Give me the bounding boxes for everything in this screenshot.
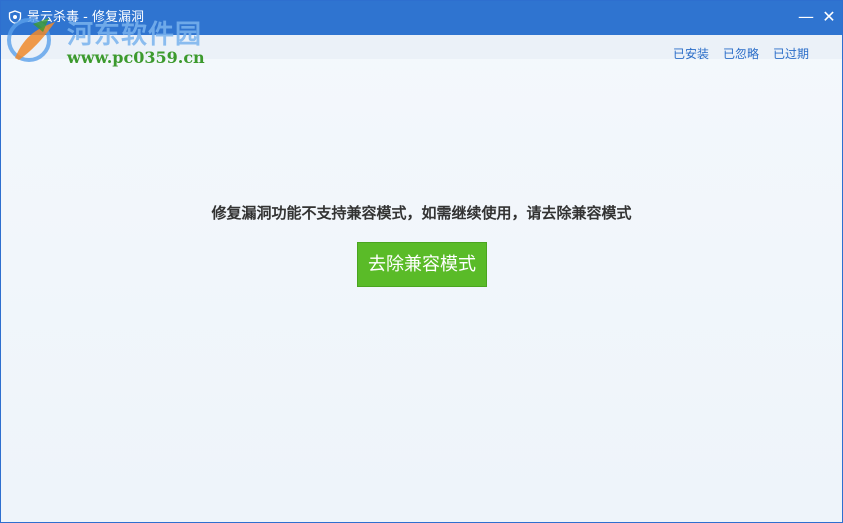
- watermark-url: www.pc0359.cn: [67, 48, 205, 67]
- ignored-link[interactable]: 已忽略: [723, 45, 759, 62]
- installed-link[interactable]: 已安装: [673, 45, 709, 62]
- app-window: 景云杀毒 - 修复漏洞 — ✕ 河东软件园 www.pc0359.cn 已安装 …: [0, 0, 843, 523]
- expired-link[interactable]: 已过期: [773, 45, 809, 62]
- remove-compatibility-mode-button[interactable]: 去除兼容模式: [357, 242, 487, 287]
- minimize-button[interactable]: —: [796, 8, 816, 26]
- watermark-site-name: 河东软件园: [67, 20, 203, 50]
- compatibility-message: 修复漏洞功能不支持兼容模式，如需继续使用，请去除兼容模式: [211, 204, 632, 222]
- close-button[interactable]: ✕: [819, 8, 839, 26]
- watermark-logo-icon: [7, 18, 55, 62]
